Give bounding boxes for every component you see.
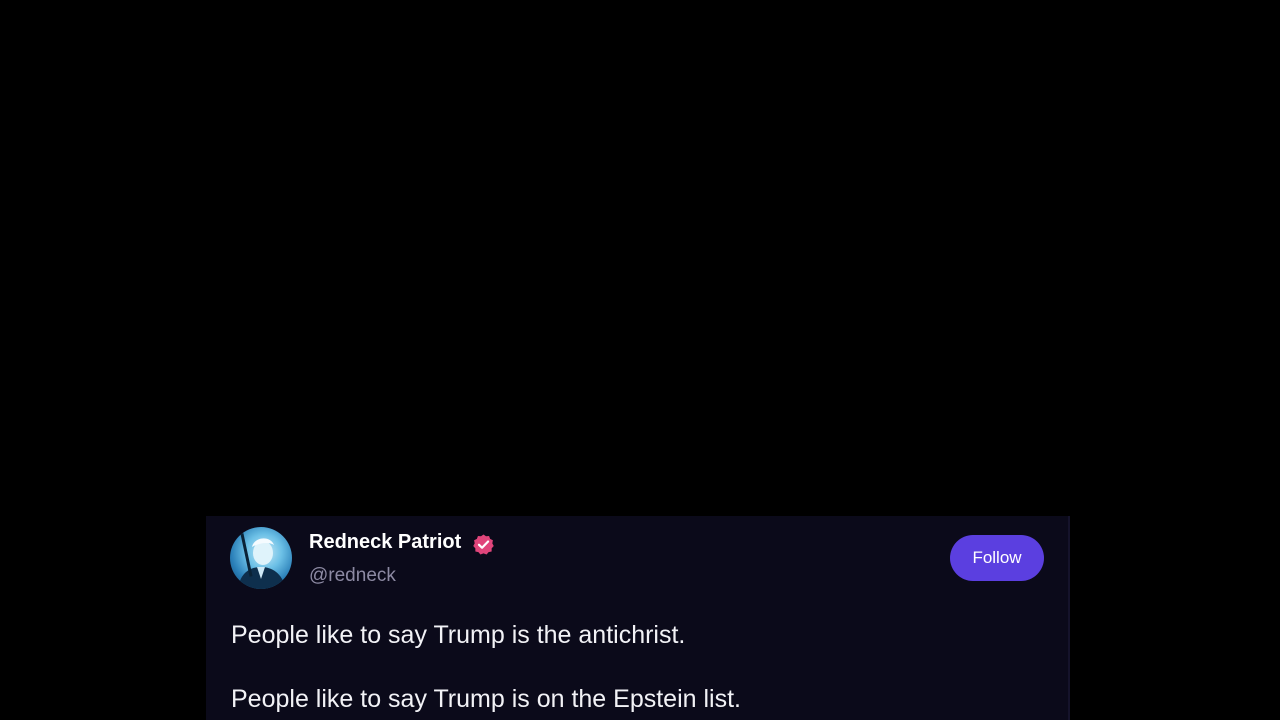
author-handle[interactable]: @redneck [309, 565, 396, 587]
verified-badge-icon [473, 534, 494, 555]
follow-button[interactable]: Follow [950, 535, 1044, 581]
author-display-name[interactable]: Redneck Patriot [309, 531, 461, 554]
post-text: People like to say Trump is the antichri… [231, 619, 1031, 715]
avatar[interactable] [230, 527, 292, 589]
post-text-line: People like to say Trump is the antichri… [231, 621, 686, 649]
post-text-line: People like to say Trump is on the Epste… [231, 685, 741, 713]
video-frame: Redneck Patriot @redneck Follow People l… [0, 0, 1280, 720]
avatar-portrait-icon [238, 533, 286, 589]
post-card: Redneck Patriot @redneck Follow People l… [206, 516, 1070, 720]
